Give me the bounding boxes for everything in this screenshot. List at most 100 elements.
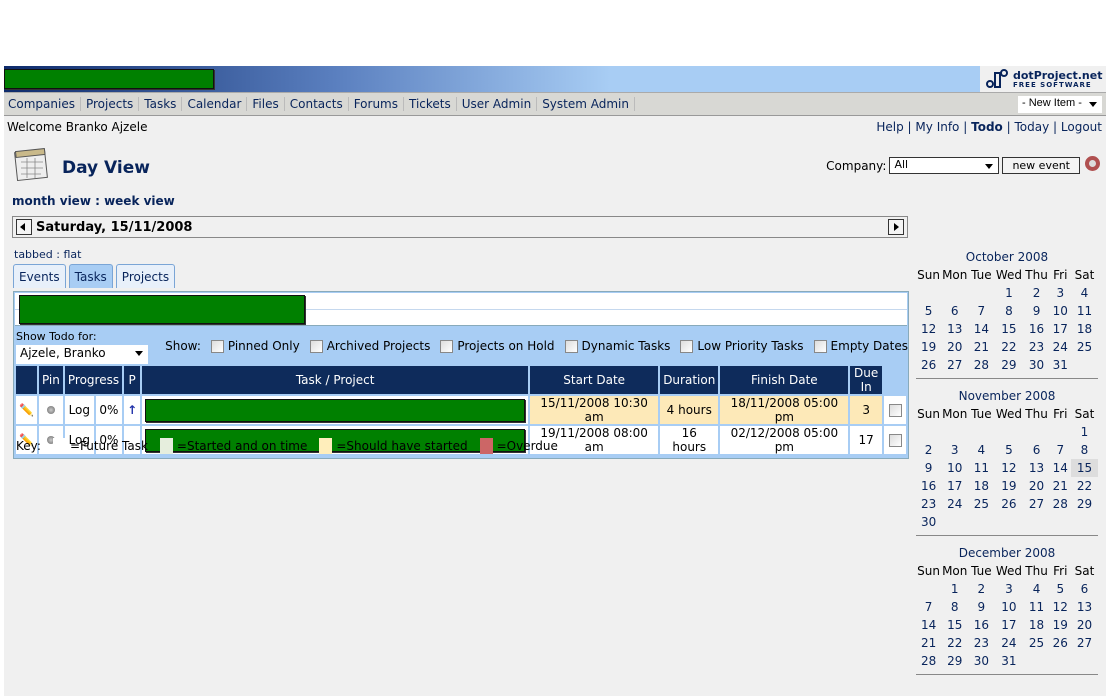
calendar-day[interactable]: 24	[1050, 338, 1071, 356]
calendar-day[interactable]: 12	[916, 320, 941, 338]
low-priority-tasks-checkbox[interactable]	[680, 339, 694, 353]
calendar-day[interactable]: 25	[968, 495, 994, 513]
calendar-day[interactable]: 25	[1023, 634, 1049, 652]
next-day-button[interactable]	[888, 219, 904, 235]
calendar-day[interactable]: 19	[916, 338, 941, 356]
calendar-day[interactable]: 13	[941, 320, 968, 338]
calendar-day[interactable]: 2	[1023, 284, 1049, 302]
calendar-day[interactable]: 13	[1023, 459, 1049, 477]
calendar-day[interactable]: 22	[994, 338, 1023, 356]
calendar-day[interactable]: 17	[994, 616, 1023, 634]
select-task-checkbox[interactable]	[888, 434, 902, 447]
calendar-day[interactable]: 27	[1023, 495, 1049, 513]
calendar-day[interactable]: 31	[1050, 356, 1071, 374]
calendar-day[interactable]: 5	[1050, 580, 1071, 598]
calendar-day[interactable]: 4	[1071, 284, 1098, 302]
calendar-day[interactable]: 22	[1071, 477, 1098, 495]
calendar-day[interactable]: 8	[1071, 441, 1098, 459]
calendar-day[interactable]: 10	[1050, 302, 1071, 320]
calendar-day[interactable]: 20	[1023, 477, 1049, 495]
col-priority[interactable]: P	[124, 366, 141, 394]
pin-icon[interactable]	[38, 396, 63, 424]
calendar-day[interactable]: 21	[916, 634, 941, 652]
calendar-day[interactable]: 28	[916, 652, 941, 670]
calendar-day[interactable]: 19	[1050, 616, 1071, 634]
nav-tickets[interactable]: Tickets	[404, 97, 457, 111]
calendar-day[interactable]: 9	[968, 598, 994, 616]
calendar-day[interactable]: 17	[941, 477, 968, 495]
empty-dates-checkbox[interactable]	[813, 339, 827, 353]
calendar-day[interactable]: 3	[941, 441, 968, 459]
calendar-day[interactable]: 1	[994, 284, 1023, 302]
nav-companies[interactable]: Companies	[8, 97, 81, 111]
calendar-day[interactable]: 7	[968, 302, 994, 320]
nav-contacts[interactable]: Contacts	[285, 97, 349, 111]
calendar-month-title[interactable]: November 2008	[916, 387, 1098, 405]
nav-calendar[interactable]: Calendar	[182, 97, 248, 111]
nav-files[interactable]: Files	[247, 97, 285, 111]
calendar-day[interactable]: 6	[1071, 580, 1098, 598]
calendar-day[interactable]: 1	[1071, 423, 1098, 441]
calendar-day[interactable]: 24	[941, 495, 968, 513]
calendar-day[interactable]: 26	[994, 495, 1023, 513]
tab-events[interactable]: Events	[13, 264, 66, 288]
todo-link[interactable]: Todo	[971, 120, 1003, 134]
month-view-link[interactable]: month view	[12, 194, 91, 208]
calendar-day[interactable]: 21	[968, 338, 994, 356]
calendar-day[interactable]: 11	[1071, 302, 1098, 320]
nav-system-admin[interactable]: System Admin	[537, 97, 635, 111]
calendar-day[interactable]: 29	[994, 356, 1023, 374]
projects-on-hold-checkbox[interactable]	[440, 339, 454, 353]
dotproject-logo[interactable]: dotProject.net FREE SOFTWARE	[980, 66, 1106, 92]
calendar-day[interactable]: 15	[1070, 459, 1099, 477]
week-view-link[interactable]: week view	[104, 194, 175, 208]
calendar-day[interactable]: 19	[994, 477, 1023, 495]
calendar-day[interactable]: 2	[916, 441, 941, 459]
calendar-day[interactable]: 24	[994, 634, 1023, 652]
dynamic-tasks-checkbox[interactable]	[564, 339, 578, 353]
nav-user-admin[interactable]: User Admin	[457, 97, 538, 111]
calendar-day[interactable]: 9	[1023, 302, 1049, 320]
calendar-day[interactable]: 3	[1050, 284, 1071, 302]
calendar-day[interactable]: 26	[1050, 634, 1071, 652]
calendar-day[interactable]: 7	[916, 598, 941, 616]
calendar-day[interactable]: 15	[994, 320, 1023, 338]
tabbed-link[interactable]: tabbed	[14, 248, 53, 261]
calendar-day[interactable]: 6	[1023, 441, 1049, 459]
calendar-day[interactable]: 5	[994, 441, 1023, 459]
select-task-checkbox[interactable]	[888, 404, 902, 417]
calendar-day[interactable]: 23	[968, 634, 994, 652]
log-link[interactable]: Log	[64, 396, 94, 424]
calendar-day[interactable]: 15	[941, 616, 968, 634]
calendar-day[interactable]: 12	[1050, 598, 1071, 616]
calendar-day[interactable]: 31	[994, 652, 1023, 670]
calendar-day[interactable]: 16	[916, 477, 941, 495]
calendar-day[interactable]: 12	[994, 459, 1023, 477]
previous-day-button[interactable]	[16, 219, 32, 235]
calendar-day[interactable]: 8	[941, 598, 968, 616]
calendar-day[interactable]: 29	[1071, 495, 1098, 513]
calendar-day[interactable]: 28	[1050, 495, 1071, 513]
calendar-day[interactable]: 4	[1023, 580, 1049, 598]
calendar-day[interactable]: 23	[1023, 338, 1049, 356]
calendar-day[interactable]: 23	[916, 495, 941, 513]
calendar-day[interactable]: 6	[941, 302, 968, 320]
calendar-day[interactable]: 27	[1071, 634, 1098, 652]
calendar-day[interactable]: 3	[994, 580, 1023, 598]
calendar-day[interactable]: 14	[968, 320, 994, 338]
col-progress[interactable]: Progress	[64, 366, 123, 394]
calendar-day[interactable]: 10	[941, 459, 968, 477]
calendar-day[interactable]: 10	[994, 598, 1023, 616]
calendar-day[interactable]: 25	[1071, 338, 1098, 356]
calendar-day[interactable]: 27	[941, 356, 968, 374]
company-select[interactable]: All	[889, 157, 1000, 174]
calendar-day[interactable]: 17	[1050, 320, 1071, 338]
today-link[interactable]: Today	[1014, 120, 1049, 134]
archived-projects-checkbox[interactable]	[309, 339, 323, 353]
nav-projects[interactable]: Projects	[81, 97, 140, 111]
calendar-day[interactable]: 22	[941, 634, 968, 652]
calendar-day[interactable]: 2	[968, 580, 994, 598]
calendar-day[interactable]: 16	[1023, 320, 1049, 338]
calendar-day[interactable]: 5	[916, 302, 941, 320]
calendar-day[interactable]: 26	[916, 356, 941, 374]
